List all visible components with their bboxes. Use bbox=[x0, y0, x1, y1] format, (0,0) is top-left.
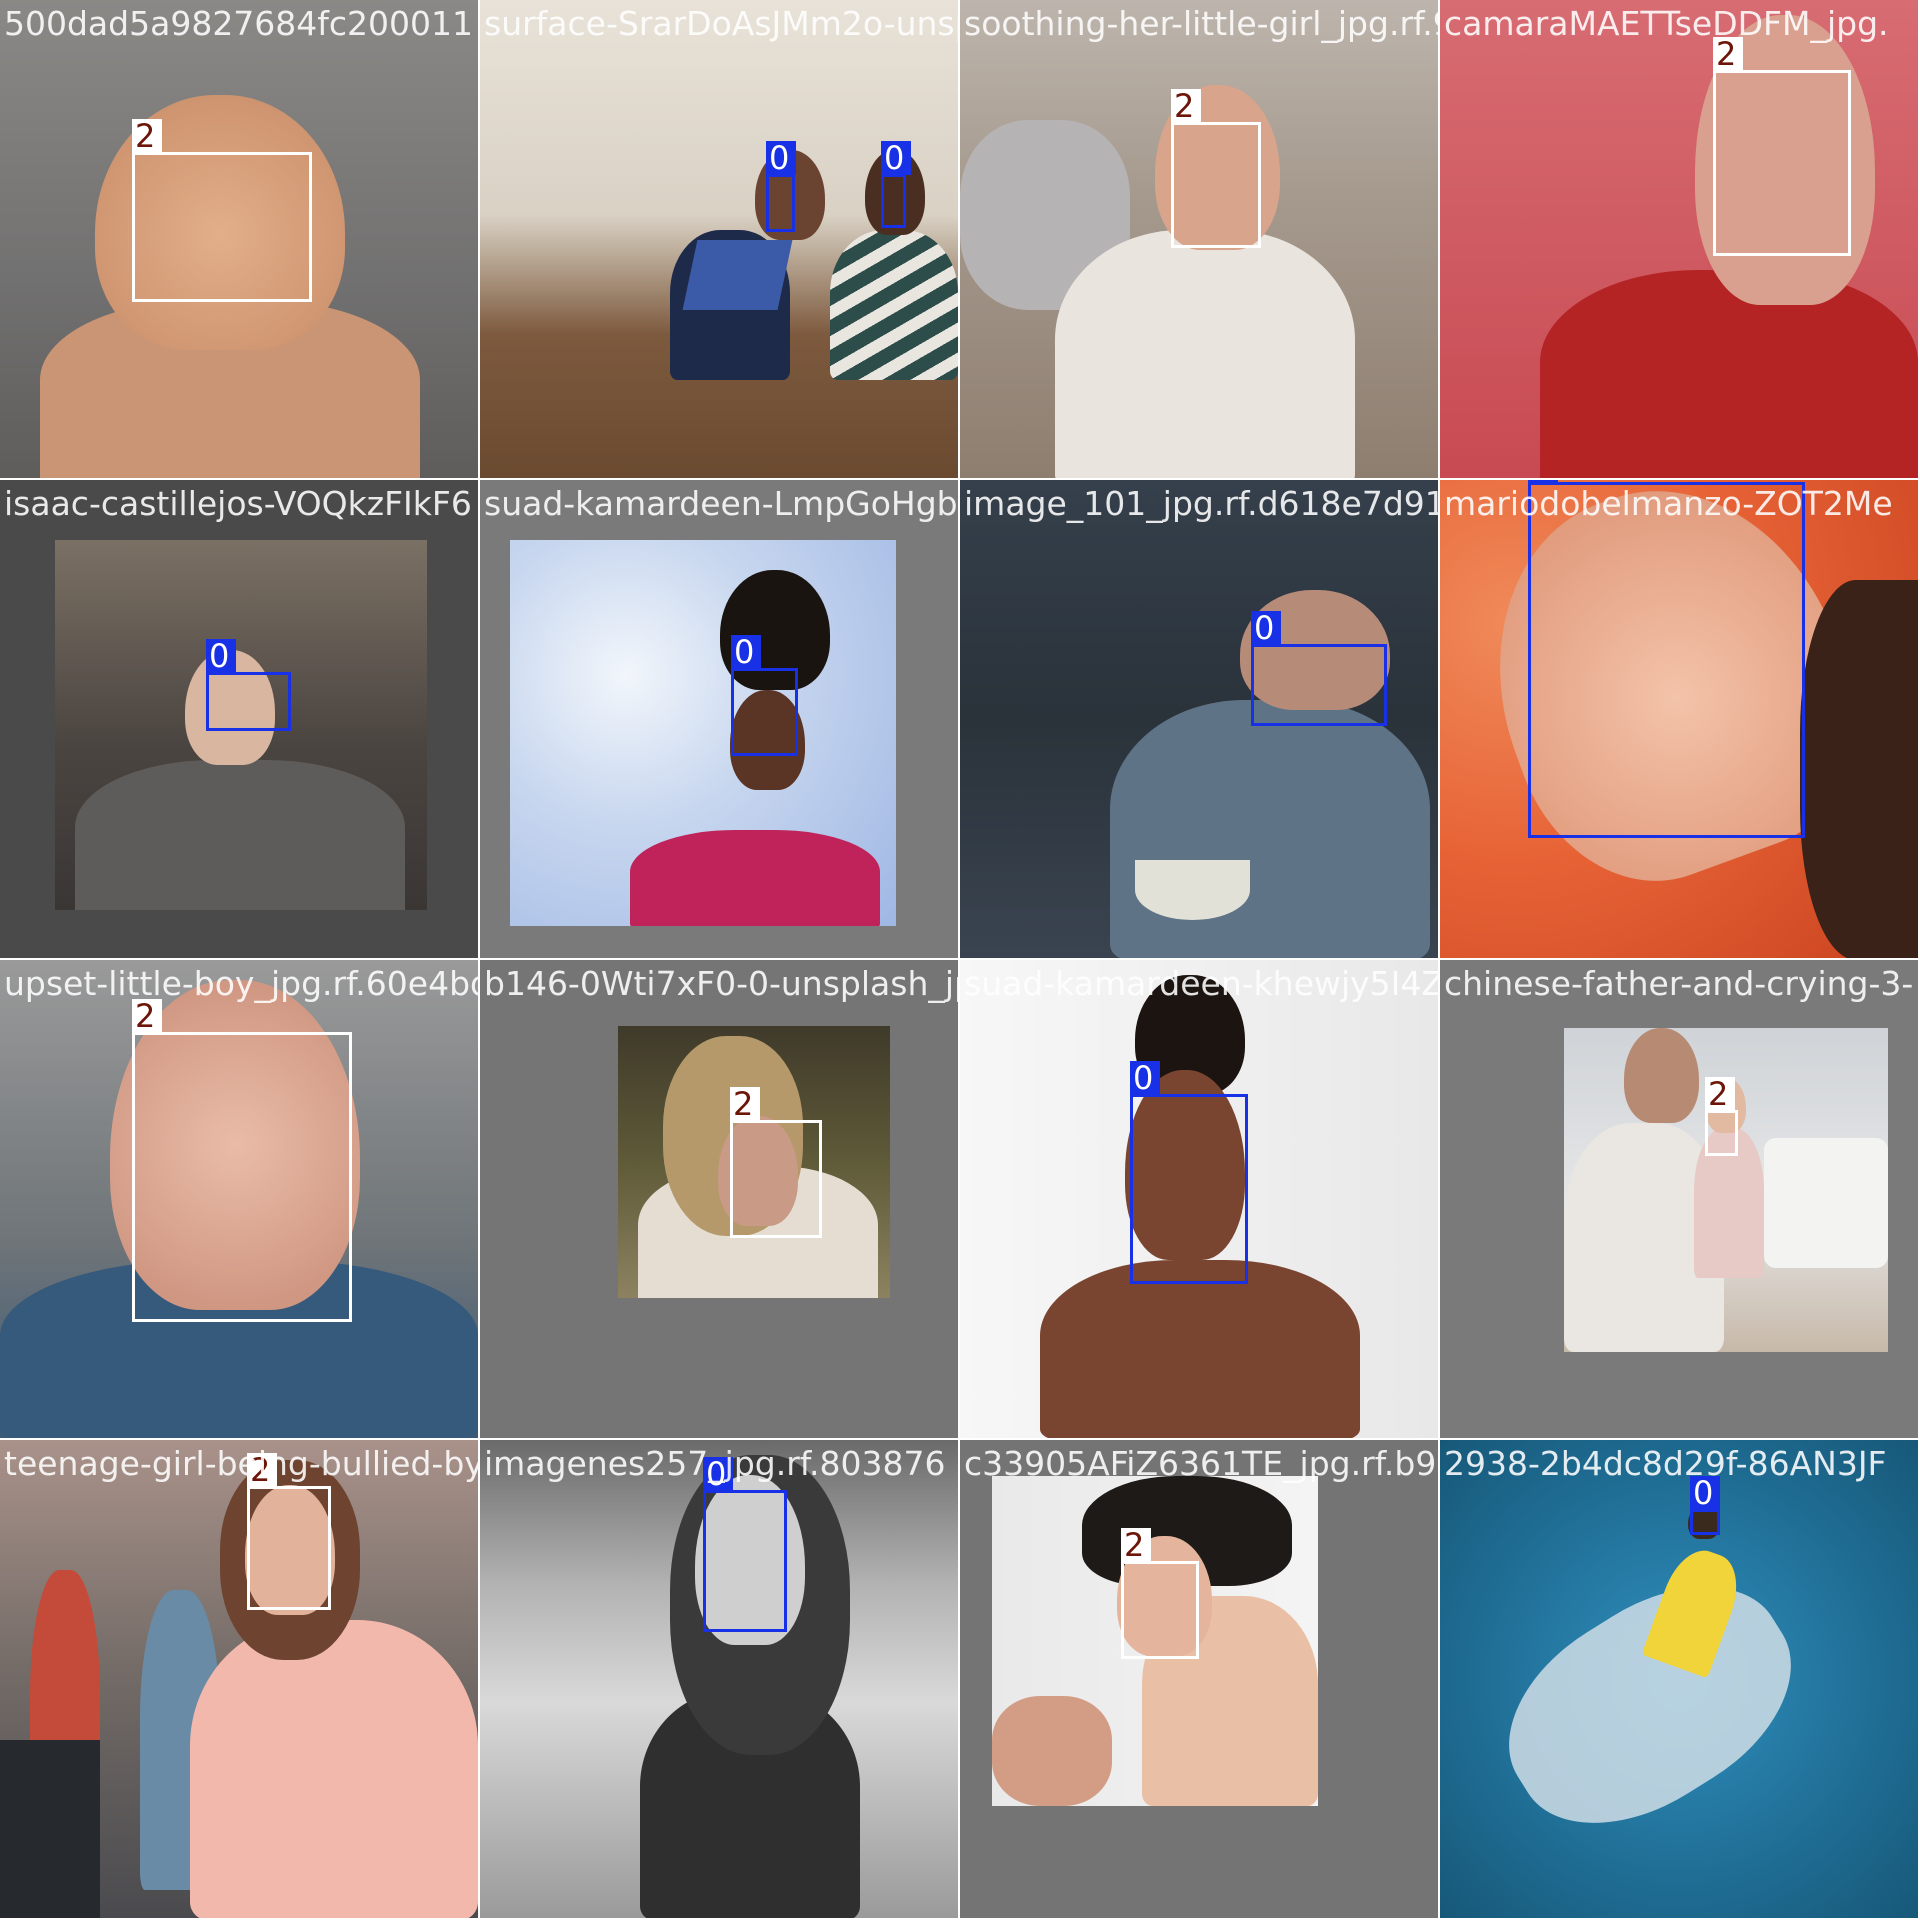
tile-16: 0 2938-2b4dc8d29f-86AN3JF bbox=[1440, 1440, 1918, 1918]
hair bbox=[1800, 580, 1918, 958]
class-label: 0 bbox=[1528, 480, 1558, 483]
father-head bbox=[1624, 1028, 1699, 1123]
image-filename: isaac-castillejos-VOQkzFIkF6 bbox=[4, 484, 472, 523]
shoulders bbox=[1040, 1260, 1360, 1438]
bounding-box: 2 bbox=[132, 999, 352, 1322]
bounding-box: 2 bbox=[1121, 1528, 1199, 1659]
tile-8: 0 mariodobelmanzo-ZOT2Me bbox=[1440, 480, 1918, 958]
bounding-box: 2 bbox=[1171, 89, 1261, 248]
class-label: 0 bbox=[703, 1457, 733, 1491]
person-right-body bbox=[830, 230, 958, 380]
image-filename: suad-kamardeen-LmpGoHgbD bbox=[484, 484, 958, 523]
class-label: 2 bbox=[1171, 89, 1201, 123]
girl-sweater bbox=[190, 1620, 478, 1918]
tile-11: 0 suad-kamardeen-khewjy5I4Z bbox=[960, 960, 1438, 1438]
tile-12: 2 chinese-father-and-crying-3- bbox=[1440, 960, 1918, 1438]
class-label: 0 bbox=[731, 635, 761, 669]
image-filename: chinese-father-and-crying-3- bbox=[1444, 964, 1914, 1003]
class-label: 2 bbox=[730, 1087, 760, 1121]
class-label: 2 bbox=[1121, 1528, 1151, 1562]
bounding-box: 0 bbox=[1130, 1061, 1248, 1284]
class-label: 0 bbox=[206, 639, 236, 673]
photo bbox=[1440, 1440, 1918, 1918]
class-label: 2 bbox=[1705, 1077, 1735, 1111]
bounding-box: 0 bbox=[766, 141, 796, 232]
image-filename: b146-0Wti7xF0-0-unsplash_jpg bbox=[484, 964, 958, 1003]
tile-9: 2 upset-little-boy_jpg.rf.60e4bd bbox=[0, 960, 478, 1438]
bounding-box: 2 bbox=[1713, 37, 1851, 256]
bounding-box: 0 bbox=[731, 635, 798, 756]
bounding-box: 0 bbox=[1528, 480, 1805, 838]
detection-mosaic: 2 500dad5a9827684fc200011 0 0 surface-Sr… bbox=[0, 0, 1920, 1920]
bounding-box: 2 bbox=[730, 1087, 822, 1238]
monitor bbox=[0, 1740, 100, 1918]
class-label: 0 bbox=[881, 141, 911, 175]
class-label: 0 bbox=[766, 141, 796, 175]
red-sweater bbox=[1540, 270, 1918, 478]
class-label: 0 bbox=[1251, 611, 1281, 645]
bounding-box: 0 bbox=[881, 141, 911, 228]
class-label: 0 bbox=[1690, 1476, 1720, 1510]
tile-14: 0 imagenes257_jpg.rf.803876 bbox=[480, 1440, 958, 1918]
tile-15: 2 c33905AFiZ6361TE_jpg.rf.b9 bbox=[960, 1440, 1438, 1918]
coffee-cup bbox=[1135, 860, 1250, 920]
fist bbox=[992, 1696, 1112, 1806]
tile-13: 2 teenage-girl-being-bullied-by bbox=[0, 1440, 478, 1918]
woman-shirt bbox=[630, 830, 880, 926]
tile-4: 2 camaraMAETTseDDFM_jpg. bbox=[1440, 0, 1918, 478]
bounding-box: 0 bbox=[703, 1457, 787, 1632]
man-shirt bbox=[1110, 700, 1430, 958]
photo bbox=[480, 0, 958, 478]
tile-1: 2 500dad5a9827684fc200011 bbox=[0, 0, 478, 478]
bounding-box: 2 bbox=[132, 119, 312, 302]
tile-6: 0 suad-kamardeen-LmpGoHgbD bbox=[480, 480, 958, 958]
bounding-box: 2 bbox=[1705, 1077, 1738, 1156]
tile-5: 0 isaac-castillejos-VOQkzFIkF6 bbox=[0, 480, 478, 958]
bounding-box: 0 bbox=[1690, 1476, 1720, 1535]
class-label: 2 bbox=[132, 119, 162, 153]
tile-7: 0 image_101_jpg.rf.d618e7d918 bbox=[960, 480, 1438, 958]
tile-2: 0 0 surface-SrarDoAsJMm2o-unsplash_jpg.r… bbox=[480, 0, 958, 478]
laptop bbox=[682, 240, 793, 310]
girl-jacket bbox=[75, 760, 405, 910]
photo bbox=[510, 540, 896, 926]
photo bbox=[0, 1440, 478, 1918]
class-label: 2 bbox=[132, 999, 162, 1033]
tile-10: 2 b146-0Wti7xF0-0-unsplash_jpg bbox=[480, 960, 958, 1438]
girl-shirt bbox=[1055, 230, 1355, 478]
class-label: 0 bbox=[1130, 1061, 1160, 1095]
tile-3: 2 soothing-her-little-girl_jpg.rf.9 bbox=[960, 0, 1438, 478]
class-label: 2 bbox=[1713, 37, 1743, 71]
pool-float bbox=[1472, 1544, 1828, 1866]
bounding-box: 2 bbox=[247, 1453, 331, 1610]
bounding-box: 0 bbox=[1251, 611, 1387, 726]
class-label: 2 bbox=[247, 1453, 277, 1487]
sofa bbox=[1764, 1138, 1888, 1268]
bounding-box: 0 bbox=[206, 639, 291, 731]
